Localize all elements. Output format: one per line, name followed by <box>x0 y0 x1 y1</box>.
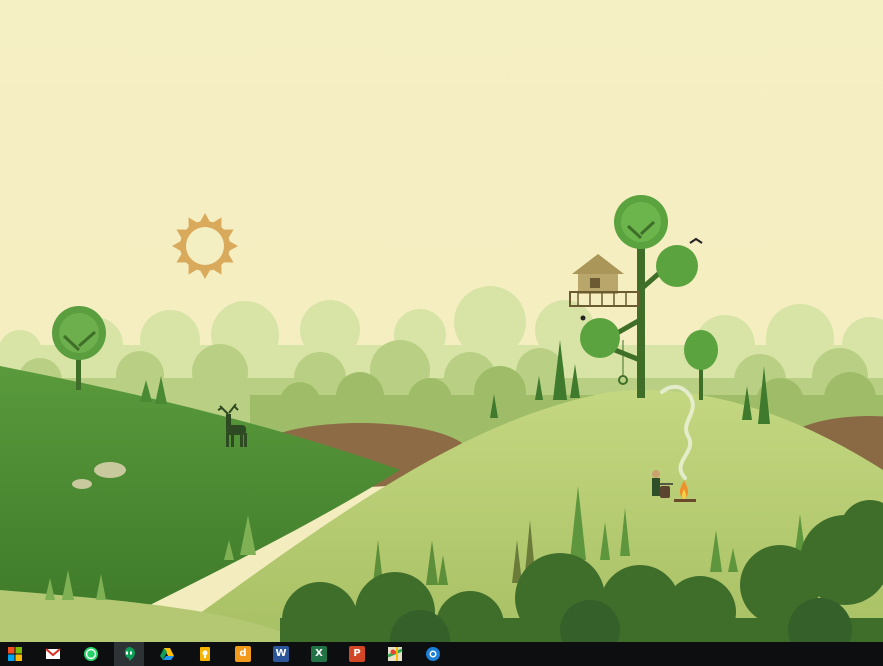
taskbar-google-drive-button[interactable] <box>152 642 182 666</box>
taskbar-dictionary-button[interactable]: d <box>228 642 258 666</box>
windows-start-icon <box>7 646 23 662</box>
taskbar-browser-button[interactable] <box>418 642 448 666</box>
hangouts-icon <box>121 646 137 662</box>
rock <box>94 462 126 478</box>
browser-icon <box>425 646 441 662</box>
powerpoint-icon: P <box>349 646 365 662</box>
excel-label: X <box>311 646 327 662</box>
excel-icon: X <box>311 646 327 662</box>
taskbar-excel-button[interactable]: X <box>304 642 334 666</box>
word-icon: W <box>273 646 289 662</box>
gmail-icon <box>45 646 61 662</box>
whatsapp-icon <box>83 646 99 662</box>
taskbar-google-keep-button[interactable] <box>190 642 220 666</box>
dictionary-d-icon: d <box>235 646 251 662</box>
taskbar-whatsapp-button[interactable] <box>76 642 106 666</box>
desktop-wallpaper <box>0 0 883 642</box>
dictionary-label: d <box>235 646 251 662</box>
taskbar-gmail-button[interactable] <box>38 642 68 666</box>
word-label: W <box>273 646 289 662</box>
taskbar-start-button[interactable] <box>0 642 30 666</box>
taskbar-word-button[interactable]: W <box>266 642 296 666</box>
google-drive-icon <box>159 646 175 662</box>
rock <box>72 479 92 489</box>
powerpoint-label: P <box>349 646 365 662</box>
taskbar-powerpoint-button[interactable]: P <box>342 642 372 666</box>
taskbar-hangouts-button[interactable] <box>114 642 144 666</box>
google-keep-icon <box>197 646 213 662</box>
taskbar: dWXP <box>0 642 883 666</box>
taskbar-google-maps-button[interactable] <box>380 642 410 666</box>
google-maps-icon <box>387 646 403 662</box>
